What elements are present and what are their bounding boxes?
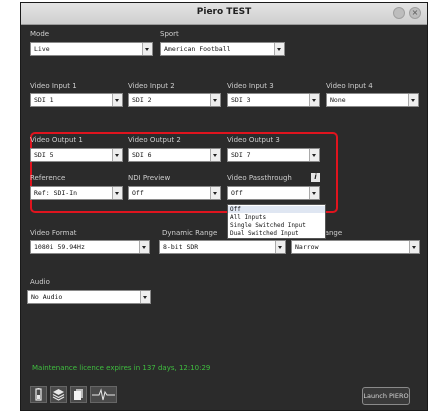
document-icon[interactable]	[70, 386, 87, 403]
video-passthrough-select[interactable]: Off	[227, 186, 320, 200]
licence-status: Maintenance licence expires in 137 days,…	[32, 364, 211, 372]
chevron-down-icon	[408, 94, 418, 106]
chevron-down-icon	[309, 149, 319, 161]
chevron-down-icon	[112, 149, 122, 161]
range-value: Narrow	[295, 243, 319, 251]
chevron-down-icon	[142, 43, 152, 55]
video-output-2-label: Video Output 2	[128, 136, 181, 144]
info-icon[interactable]: i	[311, 173, 320, 182]
video-output-1-value: SDI 5	[34, 151, 54, 159]
chevron-down-icon	[409, 241, 419, 253]
video-input-2-select[interactable]: SDI 2	[128, 93, 221, 107]
reference-label: Reference	[30, 174, 66, 182]
sport-value: American Football	[164, 45, 231, 53]
video-output-2-select[interactable]: SDI 6	[128, 148, 221, 162]
dynamic-range-select[interactable]: 8-bit SDR	[159, 240, 286, 254]
title-bar[interactable]: Piero TEST ×	[21, 3, 427, 25]
sport-select[interactable]: American Football	[160, 42, 285, 56]
range-select[interactable]: Narrow	[291, 240, 420, 254]
piero-window: Piero TEST × Mode Live Sport American Fo…	[20, 2, 428, 411]
video-output-3-select[interactable]: SDI 7	[227, 148, 320, 162]
dynamic-range-label: Dynamic Range	[162, 229, 218, 237]
window-title: Piero TEST	[196, 7, 252, 17]
chevron-down-icon	[210, 187, 220, 199]
video-input-3-label: Video Input 3	[227, 82, 274, 90]
video-input-1-select[interactable]: SDI 1	[30, 93, 123, 107]
video-input-3-value: SDI 3	[231, 96, 251, 104]
passthrough-option-off[interactable]: Off	[228, 206, 325, 213]
battery-icon[interactable]	[30, 386, 47, 403]
chevron-down-icon	[210, 94, 220, 106]
close-icon: ×	[411, 8, 419, 17]
reference-select[interactable]: Ref: SDI-In	[30, 186, 123, 200]
video-input-1-label: Video Input 1	[30, 82, 77, 90]
ndi-preview-select[interactable]: Off	[128, 186, 221, 200]
minimize-button[interactable]	[393, 7, 405, 19]
chevron-down-icon	[274, 43, 284, 55]
video-input-2-label: Video Input 2	[128, 82, 175, 90]
mode-label: Mode	[30, 30, 50, 38]
video-passthrough-dropdown: Off All Inputs Single Switched Input Dua…	[227, 204, 326, 239]
passthrough-option-all-inputs[interactable]: All Inputs	[230, 214, 266, 221]
reference-value: Ref: SDI-In	[34, 189, 78, 197]
video-passthrough-label: Video Passthrough	[227, 174, 292, 182]
video-output-3-label: Video Output 3	[227, 136, 280, 144]
video-passthrough-value: Off	[231, 189, 243, 197]
video-format-select[interactable]: 1080i 59.94Hz	[30, 240, 150, 254]
audio-label: Audio	[30, 278, 50, 286]
audio-select[interactable]: No Audio	[27, 290, 151, 304]
mode-value: Live	[34, 45, 50, 53]
chevron-down-icon	[112, 94, 122, 106]
video-format-label: Video Format	[30, 229, 77, 237]
layers-icon[interactable]	[50, 386, 67, 403]
video-output-1-label: Video Output 1	[30, 136, 83, 144]
chevron-down-icon	[309, 187, 319, 199]
passthrough-option-dual-switched[interactable]: Dual Switched Input	[230, 230, 299, 237]
video-input-3-select[interactable]: SDI 3	[227, 93, 320, 107]
chevron-down-icon	[275, 241, 285, 253]
video-output-1-select[interactable]: SDI 5	[30, 148, 123, 162]
video-output-3-value: SDI 7	[231, 151, 251, 159]
waveform-icon[interactable]	[90, 386, 117, 403]
video-input-2-value: SDI 2	[132, 96, 152, 104]
video-input-4-label: Video Input 4	[326, 82, 373, 90]
video-input-4-select[interactable]: None	[326, 93, 419, 107]
chevron-down-icon	[112, 187, 122, 199]
video-output-2-value: SDI 6	[132, 151, 152, 159]
video-input-4-value: None	[330, 96, 346, 104]
dynamic-range-value: 8-bit SDR	[163, 243, 199, 251]
chevron-down-icon	[309, 94, 319, 106]
audio-value: No Audio	[31, 293, 63, 301]
passthrough-option-single-switched[interactable]: Single Switched Input	[230, 222, 306, 229]
ndi-preview-value: Off	[132, 189, 144, 197]
video-format-value: 1080i 59.94Hz	[34, 243, 85, 251]
chevron-down-icon	[140, 291, 150, 303]
launch-piero-button[interactable]: Launch PIERO	[362, 387, 410, 405]
video-input-1-value: SDI 1	[34, 96, 54, 104]
chevron-down-icon	[210, 149, 220, 161]
highlight-box	[30, 132, 338, 213]
ndi-preview-label: NDI Preview	[128, 174, 171, 182]
sport-label: Sport	[160, 30, 179, 38]
mode-select[interactable]: Live	[30, 42, 153, 56]
close-button[interactable]: ×	[409, 7, 421, 19]
chevron-down-icon	[139, 241, 149, 253]
